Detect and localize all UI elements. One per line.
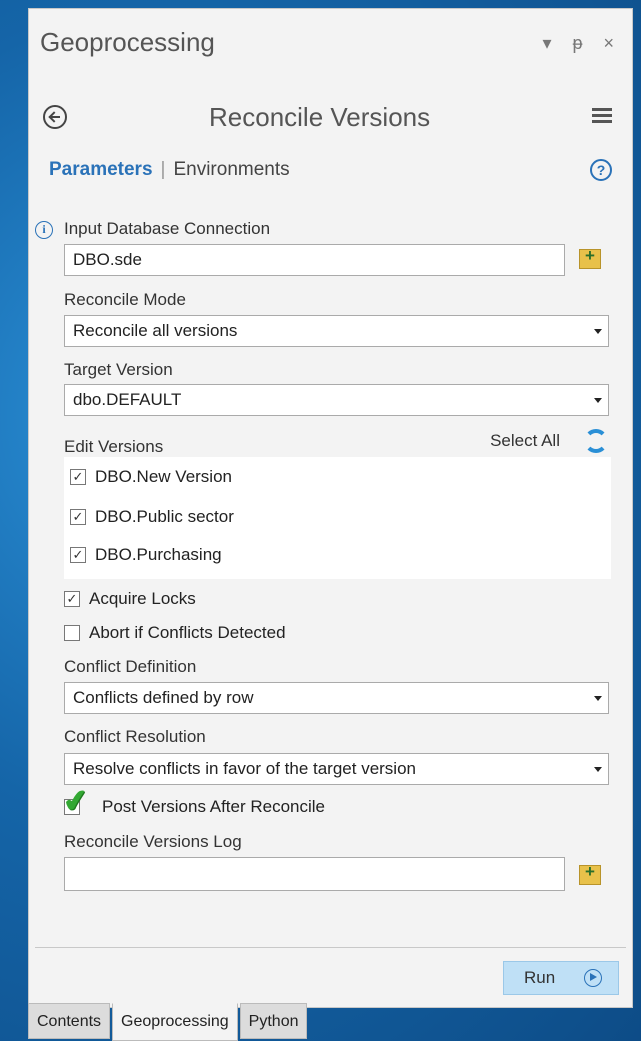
acquire-locks-option[interactable]: ✓ Acquire Locks [64,585,196,613]
select-all-link[interactable]: Select All [490,431,560,451]
play-icon [584,969,602,987]
tool-tabs: Parameters | Environments [49,159,290,181]
acquire-locks-label: Acquire Locks [89,589,196,608]
edit-versions-list: ✓ DBO.New Version ✓ DBO.Public sector ✓ … [64,457,611,579]
pane-window-controls[interactable]: ▾ ᵽ × [542,33,622,54]
reconcile-mode-value: Reconcile all versions [73,321,238,340]
bottom-tab-bar: Contents Geoprocessing Python [28,1003,309,1041]
checkbox[interactable]: ✓ [70,547,86,563]
tab-separator: | [160,159,166,180]
browse-folder-icon[interactable] [579,246,601,269]
chevron-down-icon [594,329,602,334]
conflict-definition-label: Conflict Definition [64,657,197,676]
input-db-label: Input Database Connection [64,219,271,238]
tab-environments[interactable]: Environments [173,159,289,180]
input-db-field[interactable]: DBO.sde [64,244,565,276]
checkbox[interactable]: ✓ [70,469,86,485]
target-version-label: Target Version [64,360,173,379]
divider [35,947,626,948]
tab-geoprocessing[interactable]: Geoprocessing [112,1003,238,1041]
tab-contents[interactable]: Contents [28,1003,111,1039]
reconcile-mode-dropdown[interactable]: Reconcile all versions [64,315,609,347]
refresh-icon[interactable] [584,429,608,453]
tool-title: Reconcile Versions [209,102,431,132]
log-label: Reconcile Versions Log [64,832,242,851]
browse-folder-icon[interactable] [579,862,601,885]
log-field[interactable] [64,857,565,891]
edit-versions-label: Edit Versions [64,437,164,456]
hamburger-menu-icon[interactable] [592,108,612,124]
run-button-label: Run [524,968,556,987]
post-versions-option[interactable]: Post Versions After Reconcile [64,793,325,821]
run-button[interactable]: Run [503,961,619,995]
chevron-down-icon [594,398,602,403]
list-item-label: DBO.Public sector [95,507,234,526]
list-item[interactable]: ✓ DBO.New Version [70,463,232,491]
back-arrow-icon[interactable] [43,105,67,129]
list-item[interactable]: ✓ DBO.Public sector [70,503,234,531]
green-check-icon: ✔ [60,783,91,820]
target-version-dropdown[interactable]: dbo.DEFAULT [64,384,609,416]
acquire-locks-checkbox[interactable]: ✓ [64,591,80,607]
tab-python[interactable]: Python [239,1003,308,1039]
checkbox[interactable]: ✓ [70,509,86,525]
info-icon[interactable]: i [35,221,53,239]
pane-title: Geoprocessing [40,27,215,57]
reconcile-mode-label: Reconcile Mode [64,290,186,309]
target-version-value: dbo.DEFAULT [73,390,182,409]
abort-conflicts-checkbox[interactable] [64,625,80,641]
conflict-resolution-value: Resolve conflicts in favor of the target… [73,759,416,778]
conflict-definition-dropdown[interactable]: Conflicts defined by row [64,682,609,714]
help-icon[interactable]: ? [590,159,612,181]
chevron-down-icon [594,696,602,701]
conflict-resolution-dropdown[interactable]: Resolve conflicts in favor of the target… [64,753,609,785]
list-item[interactable]: ✓ DBO.Purchasing [70,541,222,569]
chevron-down-icon [594,767,602,772]
list-item-label: DBO.Purchasing [95,545,222,564]
abort-conflicts-option[interactable]: Abort if Conflicts Detected [64,619,286,647]
conflict-resolution-label: Conflict Resolution [64,727,206,746]
conflict-definition-value: Conflicts defined by row [73,688,254,707]
abort-conflicts-label: Abort if Conflicts Detected [89,623,286,642]
tab-parameters[interactable]: Parameters [49,159,153,180]
list-item-label: DBO.New Version [95,467,232,486]
post-versions-label: Post Versions After Reconcile [102,797,326,816]
geoprocessing-pane: Geoprocessing ▾ ᵽ × Reconcile Versions P… [28,8,633,1008]
